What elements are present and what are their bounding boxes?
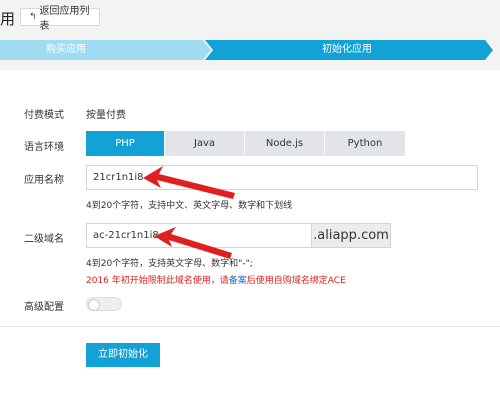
- domain-suffix: .aliapp.com: [312, 223, 391, 248]
- advanced-config-toggle[interactable]: [86, 297, 122, 311]
- initialize-now-button[interactable]: 立即初始化: [86, 343, 160, 367]
- app-name-label: 应用名称: [24, 175, 64, 186]
- language-tabs: PHP Java Node.js Python: [86, 131, 405, 156]
- domain-warning-text: 2016 年初开始限制此域名使用，请: [86, 276, 229, 286]
- back-to-app-list-button[interactable]: ↰ 返回应用列表: [20, 6, 100, 32]
- domain-hint: 4到20个字符，支持英文字母、数字和"-";: [86, 259, 253, 269]
- billing-label: 付费模式: [24, 110, 64, 121]
- back-button-label: 返回应用列表: [39, 6, 90, 32]
- billing-value: 按量付费: [86, 110, 126, 121]
- icp-filing-link[interactable]: 备案: [229, 276, 247, 286]
- domain-warning-text-end: 后使用自购域名绑定ACE: [246, 276, 346, 286]
- tab-java[interactable]: Java: [165, 131, 245, 156]
- app-name-input[interactable]: 21cr1n1i8: [86, 165, 478, 190]
- toggle-knob: [88, 299, 100, 311]
- domain-warning: 2016 年初开始限制此域名使用，请备案后使用自购域名绑定ACE: [86, 273, 346, 286]
- step-purchase-app: 购买应用: [46, 44, 86, 55]
- app-name-hint: 4到20个字符，支持中文、英文字母、数字和下划线: [86, 201, 293, 211]
- form-divider: [0, 326, 500, 327]
- domain-input[interactable]: ac-21cr1n1i8: [86, 223, 312, 248]
- language-label: 语言环境: [24, 142, 64, 153]
- step-progress-bar: 购买应用 初始化应用: [0, 40, 500, 60]
- tab-php[interactable]: PHP: [86, 131, 165, 156]
- page-title-fragment: 用: [0, 10, 16, 28]
- tab-python[interactable]: Python: [325, 131, 405, 156]
- step-completed-segment: [0, 40, 212, 60]
- back-arrow-icon: ↰: [29, 12, 37, 22]
- domain-label: 二级域名: [24, 234, 64, 245]
- advanced-config-label: 高级配置: [24, 302, 64, 313]
- tab-nodejs[interactable]: Node.js: [245, 131, 325, 156]
- step-initialize-app: 初始化应用: [322, 44, 372, 55]
